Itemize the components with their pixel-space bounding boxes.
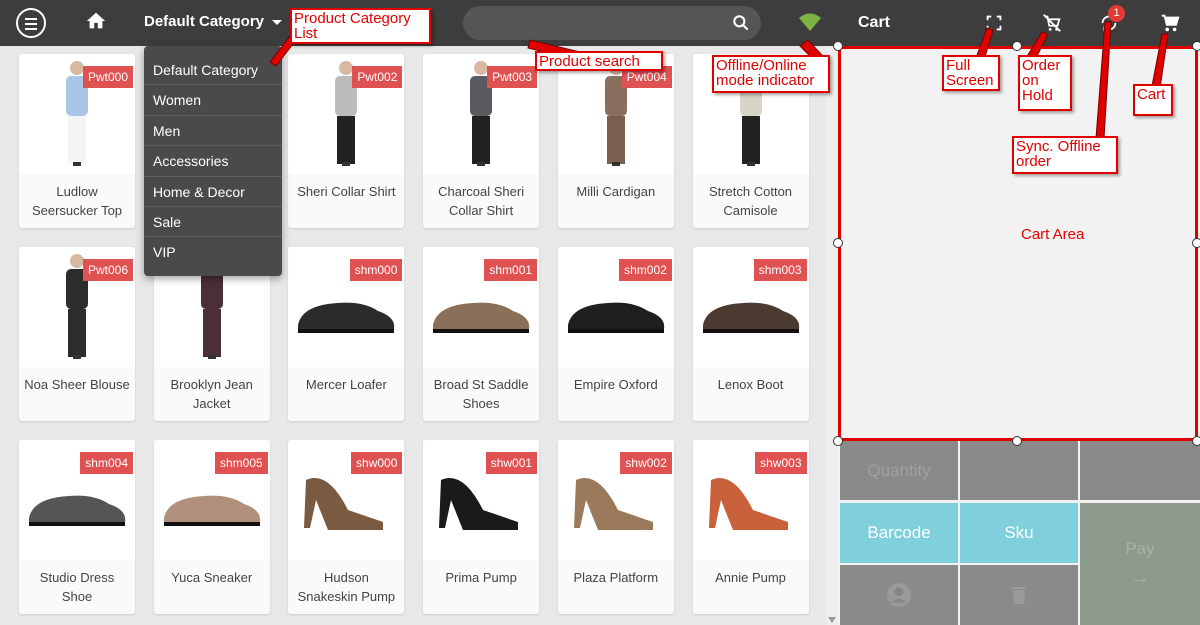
product-grid: Pwt000 Ludlow Seersucker Top Pwt002 Sheri … bbox=[0, 46, 838, 625]
resize-handle[interactable] bbox=[1192, 238, 1200, 248]
annotation-cart: Cart bbox=[1133, 84, 1173, 116]
sku-badge: Pwt000 bbox=[82, 66, 133, 88]
product-name: Broad St Saddle Shoes bbox=[433, 377, 529, 411]
product-name: Studio Dress Shoe bbox=[39, 570, 115, 604]
sku-badge: shm000 bbox=[349, 259, 403, 281]
cart-off-icon[interactable] bbox=[1041, 12, 1063, 34]
resize-handle[interactable] bbox=[1012, 436, 1022, 446]
product-card[interactable]: Pwt003 Charcoal Sheri Collar Shirt bbox=[423, 54, 540, 228]
product-card[interactable]: Pwt004 Milli Cardigan bbox=[557, 54, 674, 228]
product-name: Plaza Platform bbox=[573, 570, 659, 585]
product-card[interactable]: shm004 Studio Dress Shoe bbox=[19, 440, 135, 614]
product-name: Empire Oxford bbox=[573, 377, 658, 392]
category-option[interactable]: Home & Decor bbox=[144, 177, 282, 207]
trash-icon bbox=[1012, 587, 1026, 604]
sku-badge: shw001 bbox=[485, 452, 538, 474]
product-name: Charcoal Sheri Collar Shirt bbox=[438, 184, 525, 218]
category-option[interactable]: Men bbox=[144, 116, 282, 147]
cart-title: Cart bbox=[858, 14, 891, 31]
product-card[interactable]: shm003 Lenox Boot bbox=[692, 247, 809, 421]
quantity-key[interactable]: Quantity bbox=[840, 441, 958, 500]
sku-badge: shm004 bbox=[80, 452, 133, 474]
category-option[interactable]: Sale bbox=[144, 207, 282, 238]
resize-handle[interactable] bbox=[1192, 41, 1200, 51]
sku-badge: Pwt003 bbox=[487, 66, 538, 88]
product-card[interactable]: Pwt006 Noa Sheer Blouse bbox=[19, 247, 135, 421]
resize-handle[interactable] bbox=[1192, 436, 1200, 446]
home-icon[interactable] bbox=[85, 10, 107, 32]
product-name: Milli Cardigan bbox=[576, 184, 656, 199]
product-name: Brooklyn Jean Jacket bbox=[170, 377, 253, 411]
product-card[interactable]: shm002 Empire Oxford bbox=[557, 247, 674, 421]
product-card[interactable]: shm001 Broad St Saddle Shoes bbox=[423, 247, 540, 421]
sku-badge: shm005 bbox=[214, 452, 268, 474]
annotation-order-on-hold: Order on Hold bbox=[1018, 55, 1072, 111]
sku-badge: shm003 bbox=[753, 259, 807, 281]
cart-icon[interactable] bbox=[1159, 12, 1181, 34]
product-name: Hudson Snakeskin Pump bbox=[297, 570, 396, 604]
sku-badge: shw002 bbox=[620, 452, 672, 474]
category-dropdown: Default Category Women Men Accessories Home … bbox=[144, 46, 282, 276]
sku-badge: shm002 bbox=[619, 259, 672, 281]
product-name: Annie Pump bbox=[715, 570, 786, 585]
product-card[interactable]: Pwt000 Ludlow Seersucker Top bbox=[19, 54, 135, 228]
annotation-product-search: Product search bbox=[535, 51, 663, 71]
chevron-down-icon bbox=[272, 19, 283, 25]
product-card[interactable]: shm000 Mercer Loafer bbox=[288, 247, 405, 421]
product-card[interactable]: shw000 Hudson Snakeskin Pump bbox=[288, 440, 405, 614]
product-card[interactable]: shw001 Prima Pump bbox=[423, 440, 540, 614]
top-bar: Default Category Cart 1 bbox=[0, 0, 1200, 46]
product-name: Yuca Sneaker bbox=[171, 570, 253, 585]
sku-badge: shm001 bbox=[484, 259, 538, 281]
resize-handle[interactable] bbox=[833, 436, 843, 446]
sku-badge: shw000 bbox=[351, 452, 403, 474]
clear-cart-key[interactable] bbox=[960, 565, 1078, 625]
category-selector[interactable]: Default Category bbox=[144, 13, 283, 30]
pay-key[interactable]: Pay → bbox=[1080, 503, 1200, 625]
product-name: Noa Sheer Blouse bbox=[24, 377, 130, 392]
product-card[interactable]: shm005 Yuca Sneaker bbox=[153, 440, 270, 614]
category-option[interactable]: Accessories bbox=[144, 146, 282, 177]
product-name: Ludlow Seersucker Top bbox=[31, 184, 123, 218]
blank-key[interactable] bbox=[960, 441, 1078, 500]
cart-keypad: Quantity Barcode Sku Pay → bbox=[838, 441, 1200, 625]
product-name: Prima Pump bbox=[445, 570, 517, 585]
customer-key[interactable] bbox=[840, 565, 958, 625]
category-option[interactable]: Women bbox=[144, 85, 282, 116]
category-option[interactable]: Default Category bbox=[144, 55, 282, 86]
sku-badge: shw003 bbox=[755, 452, 807, 474]
search-icon[interactable] bbox=[731, 13, 751, 33]
wifi-icon bbox=[799, 13, 821, 31]
sku-badge: Pwt002 bbox=[352, 66, 403, 88]
arrow-right-icon: → bbox=[1130, 567, 1150, 589]
annotation-offline-online: Offline/Online mode indicator bbox=[712, 55, 830, 93]
barcode-key[interactable]: Barcode bbox=[840, 503, 958, 563]
product-name: Stretch Cotton Camisole bbox=[708, 184, 793, 218]
product-name: Mercer Loafer bbox=[305, 377, 387, 392]
product-search-input[interactable] bbox=[463, 6, 761, 40]
product-name: Lenox Boot bbox=[717, 377, 784, 392]
category-option[interactable]: VIP bbox=[144, 237, 282, 267]
resize-handle[interactable] bbox=[833, 41, 843, 51]
resize-handle[interactable] bbox=[1012, 41, 1022, 51]
resize-handle[interactable] bbox=[833, 238, 843, 248]
grid-scrollbar[interactable] bbox=[826, 46, 838, 625]
sku-badge: Pwt006 bbox=[82, 259, 133, 281]
product-card[interactable]: shw002 Plaza Platform bbox=[557, 440, 674, 614]
category-selector-label: Default Category bbox=[144, 13, 265, 30]
menu-icon[interactable] bbox=[16, 8, 46, 38]
annotation-category-list: Product Category List bbox=[290, 8, 431, 44]
scroll-down-icon[interactable] bbox=[828, 617, 836, 623]
product-card[interactable]: shw003 Annie Pump bbox=[692, 440, 809, 614]
pay-label: Pay bbox=[1125, 539, 1155, 558]
product-card[interactable]: Pwt002 Sheri Collar Shirt bbox=[288, 54, 405, 228]
annotation-sync-offline: Sync. Offline order bbox=[1012, 136, 1118, 174]
sku-key[interactable]: Sku bbox=[960, 503, 1078, 563]
annotation-full-screen: Full Screen bbox=[942, 55, 1000, 91]
sync-count-badge: 1 bbox=[1108, 5, 1125, 22]
product-name: Sheri Collar Shirt bbox=[297, 184, 396, 199]
user-icon bbox=[887, 583, 911, 607]
fullscreen-icon[interactable] bbox=[983, 12, 1005, 34]
blank-key[interactable] bbox=[1080, 441, 1200, 500]
